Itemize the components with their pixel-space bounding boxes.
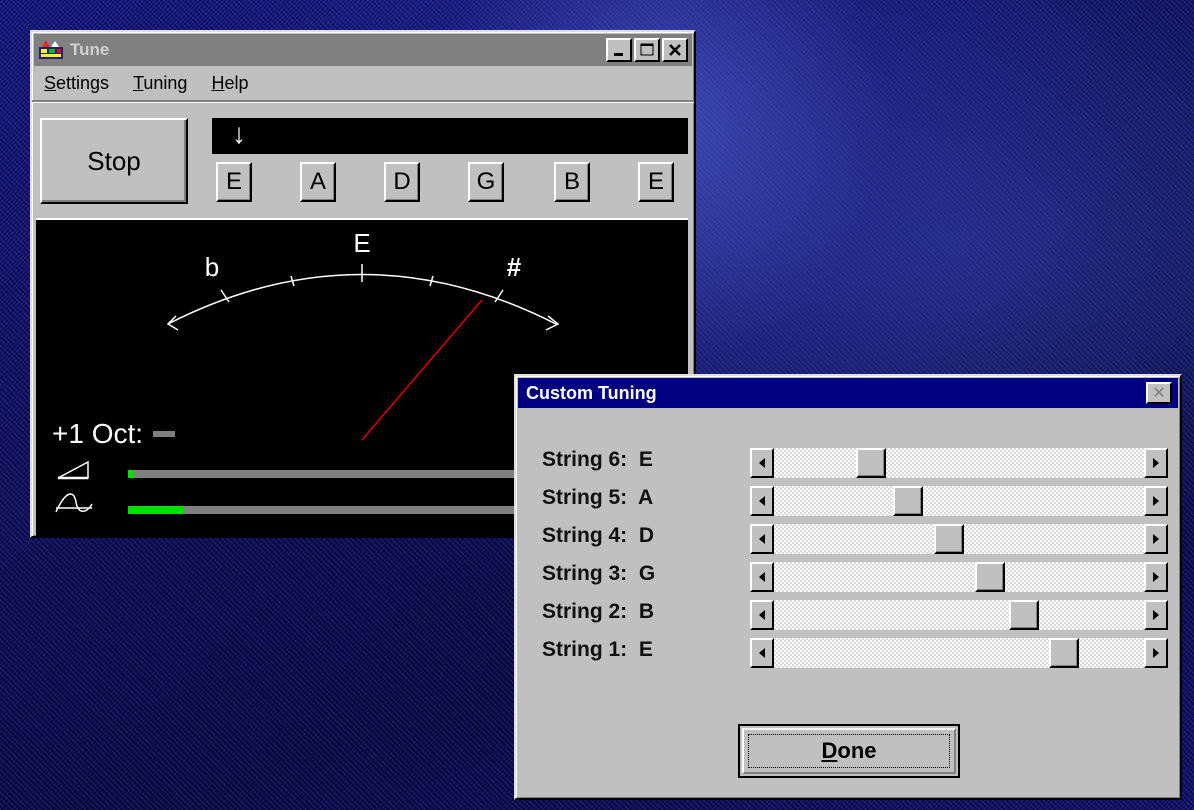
- close-icon: ✕: [1152, 385, 1166, 402]
- octave-indicator: +1 Oct:: [52, 418, 176, 450]
- menu-tuning[interactable]: Tuning: [133, 73, 187, 94]
- string-label: String 6: E: [542, 448, 653, 471]
- string-pitch-scrollbar[interactable]: [750, 524, 1168, 554]
- string-row: String 4: D: [542, 522, 1168, 554]
- left-arrow-icon: [759, 534, 765, 544]
- minimize-icon: [614, 53, 623, 56]
- scrollbar-track[interactable]: [774, 524, 1144, 554]
- scroll-right-button[interactable]: [1144, 524, 1168, 554]
- right-arrow-icon: [1153, 458, 1159, 468]
- down-arrow-icon: ↓: [232, 118, 246, 149]
- string-row: String 3: G: [542, 560, 1168, 592]
- meter-needle: [361, 299, 483, 441]
- right-arrow-icon: [1153, 572, 1159, 582]
- scrollbar-track[interactable]: [774, 562, 1144, 592]
- left-arrow-icon: [759, 610, 765, 620]
- maximize-icon: [640, 43, 654, 56]
- note-button-e-low[interactable]: E: [216, 162, 252, 202]
- done-button[interactable]: Done: [738, 724, 960, 778]
- custom-tuning-titlebar[interactable]: Custom Tuning ✕: [518, 378, 1178, 408]
- string-row: String 6: E: [542, 446, 1168, 478]
- scrollbar-thumb[interactable]: [1049, 638, 1079, 668]
- scrollbar-thumb[interactable]: [893, 486, 923, 516]
- scrollbar-track[interactable]: [774, 638, 1144, 668]
- scrollbar-thumb[interactable]: [1009, 600, 1039, 630]
- tuning-fork-app-icon: [38, 39, 64, 61]
- left-arrow-icon: [759, 648, 765, 658]
- sharp-label: #: [507, 252, 522, 282]
- scroll-left-button[interactable]: [750, 524, 774, 554]
- stop-button[interactable]: Stop: [40, 118, 188, 204]
- octave-label: +1 Oct:: [52, 418, 144, 449]
- note-button-b[interactable]: B: [554, 162, 590, 202]
- menubar: Settings Tuning Help: [34, 68, 692, 98]
- scroll-right-button[interactable]: [1144, 562, 1168, 592]
- string-pitch-scrollbar[interactable]: [750, 638, 1168, 668]
- left-arrow-icon: [759, 496, 765, 506]
- menu-divider: [32, 100, 694, 103]
- waveform-icon: [55, 493, 93, 513]
- scrollbar-track[interactable]: [774, 486, 1144, 516]
- string-label: String 3: G: [542, 562, 656, 585]
- menu-settings[interactable]: Settings: [44, 73, 109, 94]
- dialog-close-button[interactable]: ✕: [1146, 382, 1172, 404]
- scrollbar-thumb[interactable]: [934, 524, 964, 554]
- string-row: String 2: B: [542, 598, 1168, 630]
- scrollbar-track[interactable]: [774, 600, 1144, 630]
- string-row: String 1: E: [542, 636, 1168, 668]
- note-label: E: [353, 228, 370, 258]
- note-button-g[interactable]: G: [468, 162, 504, 202]
- scroll-left-button[interactable]: [750, 638, 774, 668]
- note-button-e-high[interactable]: E: [638, 162, 674, 202]
- close-button[interactable]: [662, 38, 688, 62]
- right-arrow-icon: [1153, 534, 1159, 544]
- right-arrow-icon: [1153, 496, 1159, 506]
- string-pitch-scrollbar[interactable]: [750, 448, 1168, 478]
- meter-right-end: [545, 315, 560, 331]
- scroll-right-button[interactable]: [1144, 448, 1168, 478]
- octave-dash-indicator: [153, 431, 176, 437]
- scroll-left-button[interactable]: [750, 562, 774, 592]
- scroll-right-button[interactable]: [1144, 600, 1168, 630]
- scroll-left-button[interactable]: [750, 486, 774, 516]
- string-label: String 2: B: [542, 600, 655, 623]
- scroll-right-button[interactable]: [1144, 638, 1168, 668]
- scrollbar-track[interactable]: [774, 448, 1144, 478]
- custom-tuning-dialog: Custom Tuning ✕ String 6: E String 5: A St…: [514, 374, 1182, 800]
- string-label: String 1: E: [542, 638, 653, 661]
- string-label: String 5: A: [542, 486, 654, 509]
- volume-icon: [57, 460, 89, 479]
- scrollbar-thumb[interactable]: [975, 562, 1005, 592]
- signal-level-fill: [128, 506, 184, 514]
- string-label: String 4: D: [542, 524, 655, 547]
- scrollbar-thumb[interactable]: [856, 448, 886, 478]
- note-button-a[interactable]: A: [300, 162, 336, 202]
- menu-help[interactable]: Help: [211, 73, 248, 94]
- string-pitch-scrollbar[interactable]: [750, 486, 1168, 516]
- custom-tuning-title: Custom Tuning: [526, 382, 657, 403]
- tune-title: Tune: [70, 40, 110, 59]
- left-arrow-icon: [759, 458, 765, 468]
- string-pitch-scrollbar[interactable]: [750, 562, 1168, 592]
- string-selector-strip: ↓: [212, 118, 688, 154]
- string-row: String 5: A: [542, 484, 1168, 516]
- volume-level-fill: [128, 470, 134, 478]
- right-arrow-icon: [1153, 610, 1159, 620]
- scroll-right-button[interactable]: [1144, 486, 1168, 516]
- tune-titlebar[interactable]: Tune: [34, 34, 692, 66]
- left-arrow-icon: [759, 572, 765, 582]
- close-icon: [669, 44, 681, 56]
- scroll-left-button[interactable]: [750, 600, 774, 630]
- maximize-button[interactable]: [634, 38, 660, 62]
- minimize-button[interactable]: [606, 38, 632, 62]
- note-button-d[interactable]: D: [384, 162, 420, 202]
- scroll-left-button[interactable]: [750, 448, 774, 478]
- meter-left-end: [166, 315, 179, 331]
- string-pitch-scrollbar[interactable]: [750, 600, 1168, 630]
- flat-label: b: [205, 252, 219, 282]
- right-arrow-icon: [1153, 648, 1159, 658]
